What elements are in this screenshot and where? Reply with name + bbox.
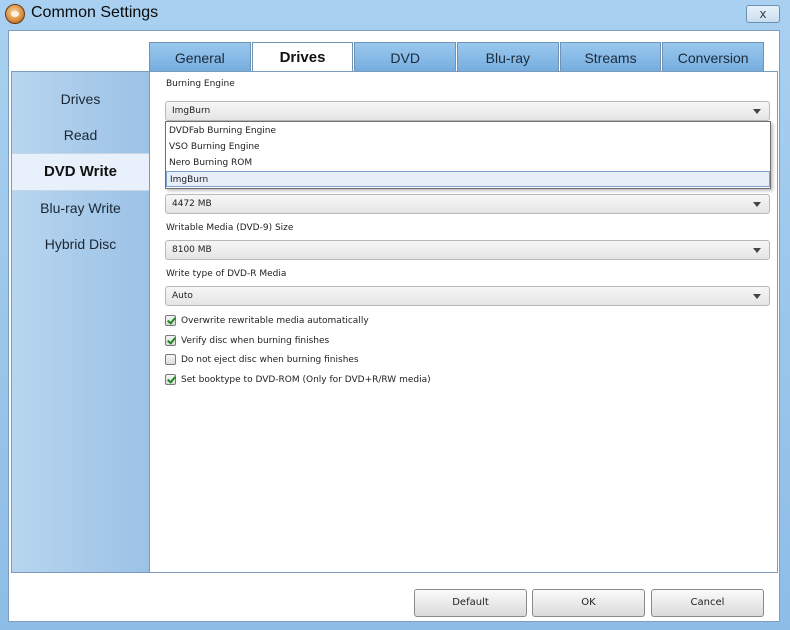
dropdown-option-selected[interactable]: ImgBurn: [166, 171, 770, 187]
settings-window: Common Settings x General Drives DVD Blu…: [0, 0, 790, 630]
dvd9-size-label: Writable Media (DVD-9) Size: [166, 223, 294, 233]
sidebar-item-drives[interactable]: Drives: [12, 81, 149, 117]
sidebar-item-read[interactable]: Read: [12, 117, 149, 153]
tab-bar: General Drives DVD Blu-ray Streams Conve…: [149, 42, 765, 73]
tab-conversion[interactable]: Conversion: [662, 42, 765, 72]
cancel-button[interactable]: Cancel: [651, 589, 764, 617]
close-button[interactable]: x: [746, 5, 780, 23]
checkbox-checked-icon[interactable]: [165, 335, 176, 346]
tab-dvd[interactable]: DVD: [354, 42, 457, 72]
burning-engine-value: ImgBurn: [172, 106, 211, 116]
ok-button[interactable]: OK: [532, 589, 645, 617]
checkbox-unchecked-icon[interactable]: [165, 354, 176, 365]
sidebar-item-blu-ray-write[interactable]: Blu-ray Write: [12, 190, 149, 226]
booktype-label: Set booktype to DVD-ROM (Only for DVD+R/…: [181, 375, 431, 385]
dvd5-size-select[interactable]: 4472 MB: [165, 194, 770, 214]
tab-streams[interactable]: Streams: [559, 42, 662, 72]
write-type-select[interactable]: Auto: [165, 286, 770, 306]
tab-drives[interactable]: Drives: [251, 42, 354, 73]
chevron-down-icon: [753, 109, 761, 114]
sidebar-item-dvd-write[interactable]: DVD Write: [12, 153, 149, 191]
tab-blu-ray[interactable]: Blu-ray: [457, 42, 559, 72]
chevron-down-icon: [753, 202, 761, 207]
overwrite-label: Overwrite rewritable media automatically: [181, 316, 369, 326]
verify-label: Verify disc when burning finishes: [181, 336, 330, 346]
sidebar: Drives Read DVD Write Blu-ray Write Hybr…: [11, 71, 150, 573]
window-title: Common Settings: [31, 4, 159, 21]
dropdown-option[interactable]: DVDFab Burning Engine: [166, 123, 770, 139]
write-type-value: Auto: [172, 291, 193, 301]
dvd9-size-value: 8100 MB: [172, 245, 212, 255]
write-type-label: Write type of DVD-R Media: [166, 269, 287, 279]
checkbox-checked-icon[interactable]: [165, 374, 176, 385]
chevron-down-icon: [753, 294, 761, 299]
burning-engine-dropdown: DVDFab Burning Engine VSO Burning Engine…: [165, 121, 771, 189]
dropdown-option[interactable]: Nero Burning ROM: [166, 155, 770, 171]
default-button[interactable]: Default: [414, 589, 527, 617]
dvd9-size-select[interactable]: 8100 MB: [165, 240, 770, 260]
app-logo-icon: [5, 4, 25, 24]
sidebar-item-hybrid-disc[interactable]: Hybrid Disc: [12, 226, 149, 262]
chevron-down-icon: [753, 248, 761, 253]
burning-engine-select[interactable]: ImgBurn: [165, 101, 770, 121]
dropdown-option[interactable]: VSO Burning Engine: [166, 139, 770, 155]
dvd5-size-value: 4472 MB: [172, 199, 212, 209]
title-bar[interactable]: Common Settings x: [0, 0, 790, 28]
tab-general[interactable]: General: [149, 42, 251, 72]
checkbox-checked-icon[interactable]: [165, 315, 176, 326]
no-eject-label: Do not eject disc when burning finishes: [181, 355, 359, 365]
burning-engine-label: Burning Engine: [166, 79, 235, 89]
